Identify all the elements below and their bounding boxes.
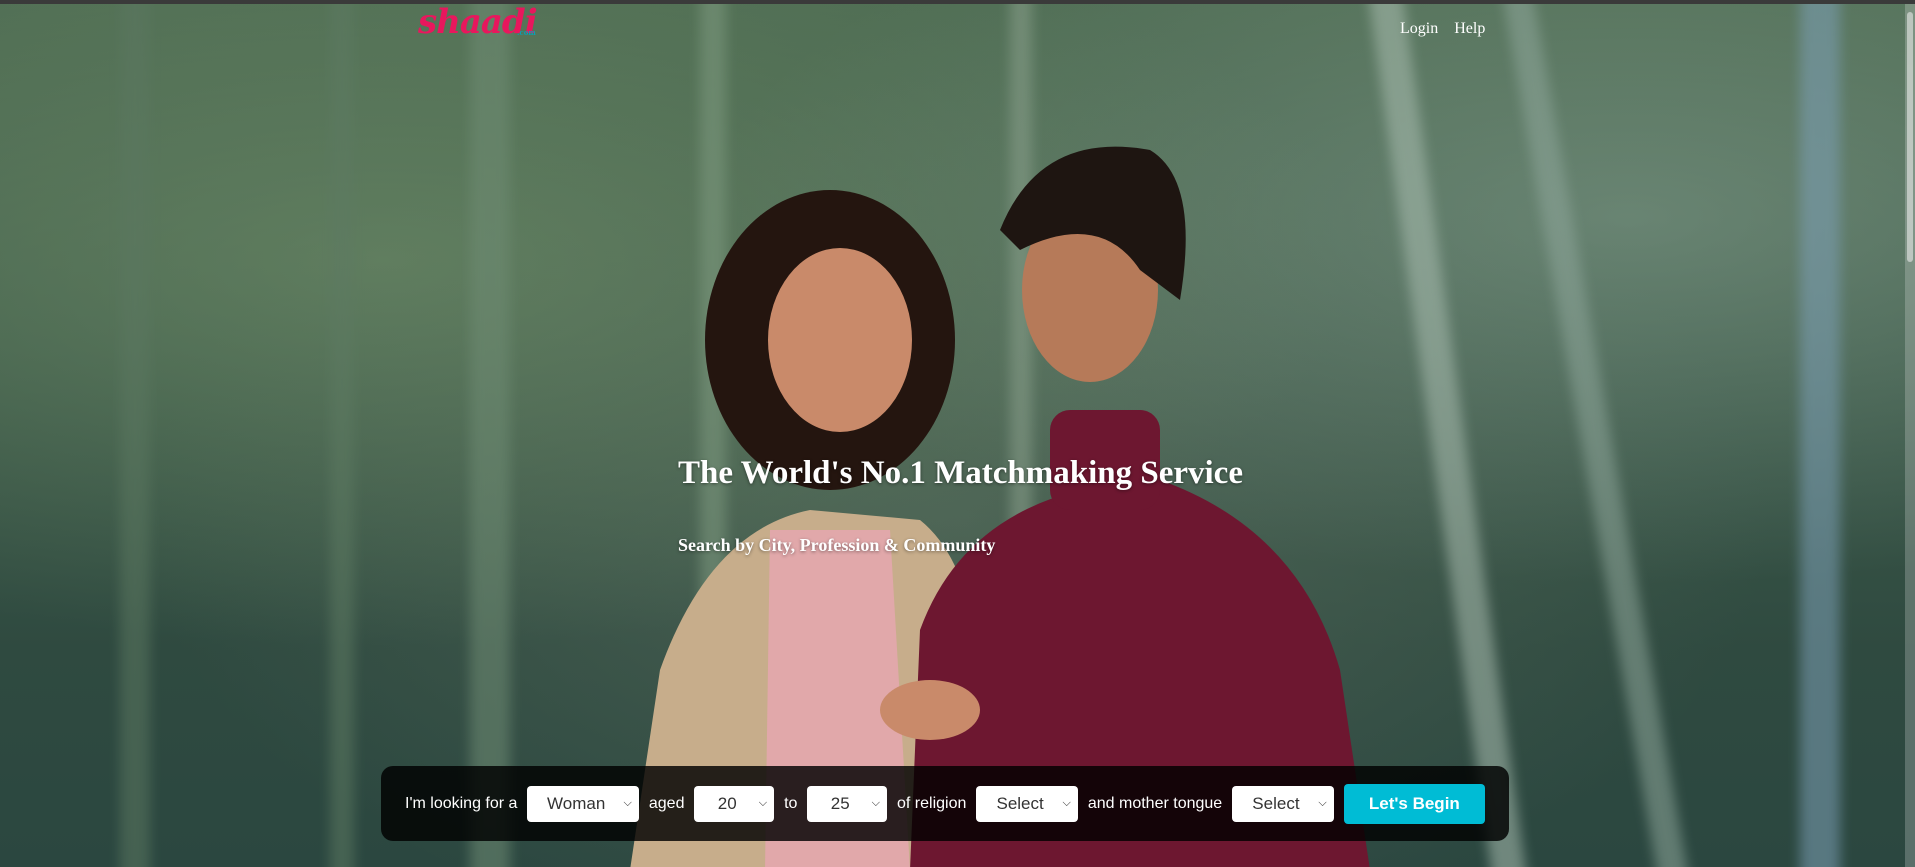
aged-label: aged bbox=[648, 794, 685, 812]
age-to-value: 25 bbox=[830, 793, 850, 813]
chevron-down-icon: ⌵ bbox=[758, 796, 768, 809]
background-beam bbox=[1800, 0, 1840, 867]
logo-suffix: .com bbox=[517, 28, 536, 37]
gender-select-value: Woman bbox=[547, 793, 606, 813]
scrollbar-thumb[interactable] bbox=[1907, 12, 1913, 262]
looking-for-label: I'm looking for a bbox=[405, 794, 518, 812]
shaadi-logo[interactable]: shaadi .com bbox=[418, 2, 538, 42]
religion-label: of religion bbox=[897, 794, 967, 812]
page-scrollbar[interactable] bbox=[1905, 4, 1915, 867]
page: shaadi .com Login Help The World's No.1 … bbox=[0, 0, 1915, 867]
background-beam bbox=[120, 0, 150, 867]
mother-tongue-select[interactable]: Select ⌵ bbox=[1232, 785, 1334, 822]
background-beam bbox=[330, 0, 354, 867]
help-link[interactable]: Help bbox=[1454, 20, 1485, 38]
chevron-down-icon: ⌵ bbox=[1062, 796, 1071, 809]
religion-select[interactable]: Select ⌵ bbox=[976, 785, 1078, 822]
to-label: to bbox=[784, 794, 798, 812]
mother-tongue-select-value: Select bbox=[1252, 793, 1300, 813]
hero-title: The World's No.1 Matchmaking Service bbox=[678, 455, 1243, 491]
chevron-down-icon: ⌵ bbox=[871, 796, 880, 809]
top-nav: Login Help bbox=[1400, 20, 1485, 38]
chevron-down-icon: ⌵ bbox=[1318, 796, 1327, 809]
login-link[interactable]: Login bbox=[1400, 20, 1438, 38]
background-beam bbox=[470, 0, 510, 867]
partner-search-bar: I'm looking for a Woman ⌵ aged 20 ⌵ to 2… bbox=[381, 766, 1509, 841]
age-from-select[interactable]: 20 ⌵ bbox=[694, 785, 775, 822]
lets-begin-button[interactable]: Let's Begin bbox=[1343, 783, 1486, 824]
age-from-value: 20 bbox=[717, 793, 737, 813]
hero-subtitle: Search by City, Profession & Community bbox=[678, 535, 996, 555]
religion-select-value: Select bbox=[996, 793, 1044, 813]
window-top-border bbox=[0, 0, 1915, 4]
age-to-select[interactable]: 25 ⌵ bbox=[807, 785, 887, 822]
chevron-down-icon: ⌵ bbox=[623, 796, 632, 809]
background-beam bbox=[1501, 0, 1689, 867]
gender-select[interactable]: Woman ⌵ bbox=[527, 785, 639, 822]
mother-tongue-label: and mother tongue bbox=[1087, 794, 1223, 812]
